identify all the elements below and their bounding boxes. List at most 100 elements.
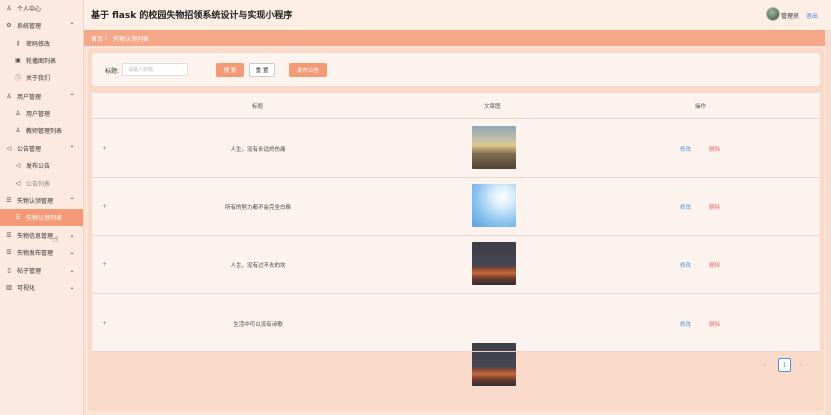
sidebar-item-notice-list[interactable]: ◁ 公告列表 (0, 175, 83, 192)
chevron-down-icon: ⌄ (69, 284, 75, 291)
sidebar-item-label: 教师管理列表 (26, 128, 63, 135)
sidebar-item-label: 帖子管理 (17, 268, 42, 275)
table-header-divider (92, 118, 820, 119)
chevron-up-icon: ⌃ (69, 197, 75, 204)
image-icon: ▣ (15, 57, 21, 64)
sidebar-item-label: 密码修改 (26, 41, 51, 48)
sidebar-item-publish-notice[interactable]: ◁ 发布公告 (0, 157, 83, 174)
sidebar-item-label: 用户管理 (17, 94, 42, 101)
row-image-road (472, 126, 516, 169)
chevron-up-icon: ⌃ (69, 145, 75, 152)
sidebar-item-label: 发布公告 (26, 163, 51, 170)
row-expand-toggle[interactable]: + (102, 320, 107, 327)
list-icon: ☰ (6, 197, 12, 204)
sidebar-group-claim[interactable]: ☰ 失物认领管理 ⌃ (0, 192, 83, 209)
search-button[interactable]: 搜 索 (216, 63, 244, 77)
row-image-sky (472, 184, 516, 227)
sidebar-group-system[interactable]: ⚙ 系统管理 ⌃ (0, 17, 83, 34)
sidebar-item-about[interactable]: ⓘ 关于我们 (0, 69, 83, 86)
sidebar-item-carousel[interactable]: ▣ 轮播图列表 (0, 52, 83, 69)
sidebar-item-label: 失物认领管理 (17, 198, 54, 205)
user-icon: ♙ (6, 5, 12, 12)
breadcrumb-current: 失物认领列表 (113, 36, 150, 43)
row-title: 人生，没有永远的伤痛 (230, 147, 286, 153)
breadcrumb: 首页 / 失物认领列表 (84, 30, 831, 46)
user-icon: ♙ (15, 110, 21, 117)
gear-icon: ⚙ (6, 22, 12, 29)
user-icon: ♙ (15, 127, 21, 134)
publish-notice-button[interactable]: 发布公告 (289, 63, 327, 77)
chevron-down-icon: ⌄ (69, 267, 75, 274)
logout-link[interactable]: 退出 (806, 11, 818, 20)
sidebar-item-label: 轮播图列表 (26, 58, 57, 65)
edit-button[interactable]: 修改 (680, 203, 691, 211)
row-divider (92, 351, 820, 352)
column-header-title: 标题 (252, 104, 264, 110)
pagination-prev-button[interactable]: ‹ (764, 362, 766, 369)
megaphone-icon: ◁ (15, 162, 21, 169)
column-header-actions: 操作 (695, 104, 707, 110)
megaphone-icon: ◁ (6, 145, 12, 152)
key-icon: ⚷ (15, 40, 21, 47)
list-icon: ☰ (15, 214, 21, 221)
edit-button[interactable]: 修改 (680, 145, 691, 153)
sidebar-item-label: 失物认领列表 (26, 215, 63, 222)
sidebar-item-label: 可视化 (17, 285, 36, 292)
edit-button[interactable]: 修改 (680, 261, 691, 269)
sidebar: ♙ 个人中心 ⚙ 系统管理 ⌃ ⚷ 密码修改 ▣ 轮播图列表 ⓘ 关于我们 ♙ … (0, 0, 84, 415)
info-icon: ⓘ (14, 75, 21, 82)
row-title: 生活中可以没有诗歌 (233, 322, 283, 328)
sidebar-group-lost-info[interactable]: ☰ 失物信息管理 ⌄ (0, 227, 83, 244)
row-divider (92, 235, 820, 236)
row-divider (92, 293, 820, 294)
pagination-page-1[interactable]: 1 (778, 358, 791, 372)
column-header-image: 文章图 (484, 104, 501, 110)
sidebar-item-label: 用户管理 (26, 111, 51, 118)
app-title: 基于 flask 的校园失物招领系统设计与实现小程序 (91, 11, 293, 21)
sidebar-group-notice[interactable]: ◁ 公告管理 ⌃ (0, 140, 83, 157)
chevron-down-icon: ⌄ (69, 232, 75, 239)
users-icon: ♙ (6, 93, 12, 100)
delete-button[interactable]: 删除 (709, 145, 720, 153)
sidebar-item-label: 公告管理 (17, 146, 42, 153)
pagination-next-button[interactable]: › (799, 362, 801, 369)
chevron-down-icon: ⌄ (69, 249, 75, 256)
sidebar-item-label: 公告列表 (26, 181, 51, 188)
avatar[interactable] (766, 7, 780, 21)
sidebar-item-password[interactable]: ⚷ 密码修改 (0, 35, 83, 52)
sidebar-item-label: 失物发布管理 (17, 250, 54, 257)
top-header: 基于 flask 的校园失物招领系统设计与实现小程序 管理员 退出 (84, 0, 831, 30)
row-title: 所有的努力都不会完全白费 (224, 205, 291, 211)
sidebar-group-visualization[interactable]: ▥ 可视化 ⌄ (0, 279, 83, 296)
row-expand-toggle[interactable]: + (102, 145, 107, 152)
sidebar-item-label: 关于我们 (26, 75, 51, 82)
delete-button[interactable]: 删除 (709, 261, 720, 269)
delete-button[interactable]: 删除 (709, 203, 720, 211)
row-expand-toggle[interactable]: + (102, 261, 107, 268)
page-scrollbar[interactable] (825, 30, 831, 415)
sidebar-group-lost-publish[interactable]: ☰ 失物发布管理 ⌄ (0, 244, 83, 261)
row-expand-toggle[interactable]: + (102, 203, 107, 210)
reset-button[interactable]: 重 置 (249, 63, 275, 77)
sidebar-item-label: 个人中心 (17, 6, 42, 13)
sidebar-item-user-admin[interactable]: ♙ 用户管理 (0, 105, 83, 122)
delete-button[interactable]: 删除 (709, 320, 720, 328)
search-title-input[interactable] (122, 63, 188, 76)
sidebar-item-profile[interactable]: ♙ 个人中心 (0, 0, 83, 17)
breadcrumb-home[interactable]: 首页 (91, 34, 103, 43)
chevron-up-icon: ⌃ (69, 22, 75, 29)
chevron-up-icon: ⌃ (69, 93, 75, 100)
document-icon: ▯ (7, 267, 11, 274)
sidebar-group-posts[interactable]: ▯ 帖子管理 ⌄ (0, 262, 83, 279)
edit-button[interactable]: 修改 (680, 320, 691, 328)
list-icon: ☰ (6, 249, 12, 256)
sidebar-item-claim-list[interactable]: ☰ 失物认领列表 (0, 209, 83, 226)
breadcrumb-separator: / (105, 34, 108, 41)
row-image-book-cover (472, 343, 516, 386)
sidebar-group-users[interactable]: ♙ 用户管理 ⌃ (0, 88, 83, 105)
sidebar-item-teacher-list[interactable]: ♙ 教师管理列表 (0, 122, 83, 139)
search-bar (92, 53, 820, 86)
mouse-cursor-icon: ☝ (53, 235, 59, 245)
list-icon: ☰ (6, 232, 12, 239)
sidebar-item-label: 系统管理 (17, 23, 42, 30)
